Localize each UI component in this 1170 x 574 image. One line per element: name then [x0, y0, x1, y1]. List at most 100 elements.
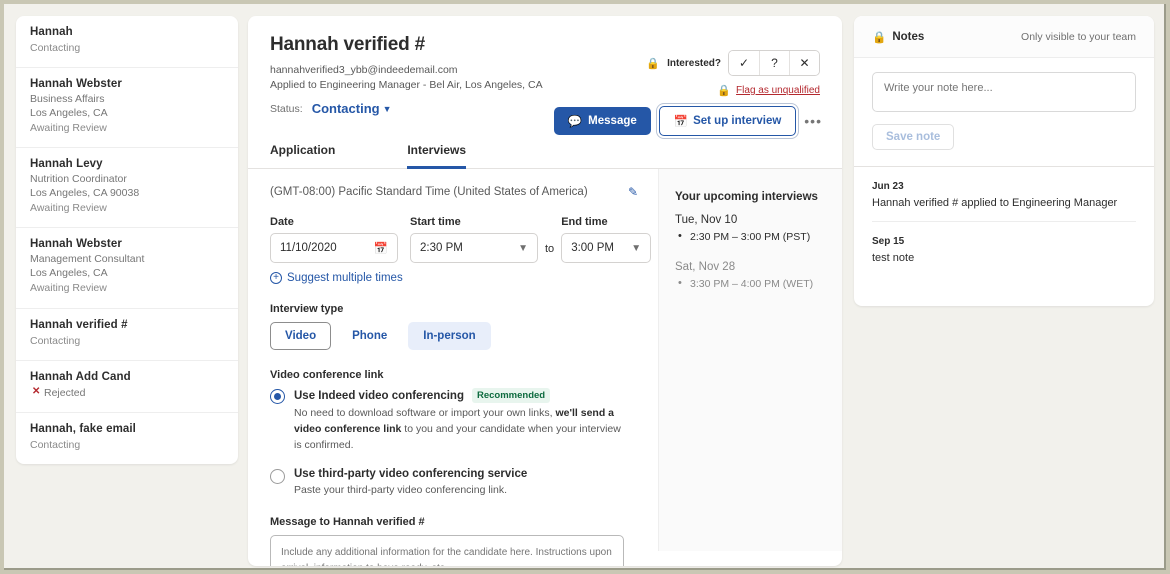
- candidate-status: Contacting: [30, 438, 224, 453]
- flag-link-text: Flag as unqualified: [736, 85, 820, 96]
- start-time-label: Start time: [410, 216, 538, 228]
- option-indeed-content: Use Indeed video conferencing Recommende…: [294, 388, 624, 453]
- upcoming-interviews-list: Tue, Nov 102:30 PM – 3:00 PM (PST) Sat, N…: [675, 214, 826, 293]
- candidate-status: Awaiting Review: [30, 281, 224, 296]
- detail-tabs: Application Interviews: [248, 134, 842, 169]
- interview-form: (GMT-08:00) Pacific Standard Time (Unite…: [248, 169, 658, 560]
- candidate-status: Contacting: [30, 41, 224, 56]
- edit-pencil-icon[interactable]: ✎: [628, 185, 638, 199]
- upcoming-interviews-title: Your upcoming interviews: [675, 191, 826, 203]
- candidate-location: Los Angeles, CA 90038: [30, 187, 224, 201]
- candidate-detail-panel: Hannah verified # hannahverified3_ybb@in…: [248, 16, 842, 566]
- interested-button-group: ✓ ? ✕: [728, 50, 820, 76]
- lock-icon: 🔒: [872, 30, 886, 44]
- interested-maybe-button[interactable]: ?: [759, 51, 789, 75]
- upcoming-date: Sat, Nov 28: [675, 261, 826, 273]
- chevron-down-icon: ▼: [383, 104, 392, 114]
- sidebar-candidate-item[interactable]: Hannah Webster Business AffairsLos Angele…: [16, 68, 238, 148]
- candidate-name: Hannah Webster: [30, 78, 224, 90]
- candidate-location: Los Angeles, CA: [30, 267, 224, 281]
- sidebar-candidate-item[interactable]: Hannah WebsterManagement ConsultantLos A…: [16, 228, 238, 308]
- option-indeed-video[interactable]: Use Indeed video conferencing Recommende…: [270, 388, 658, 453]
- candidate-name: Hannah Webster: [30, 238, 224, 250]
- tab-interviews[interactable]: Interviews: [407, 134, 466, 169]
- notes-header: 🔒 Notes Only visible to your team: [854, 16, 1154, 58]
- note-text: Hannah verified # applied to Engineering…: [872, 197, 1136, 209]
- radio-third-party[interactable]: [270, 469, 285, 484]
- candidate-status: Awaiting Review: [30, 121, 224, 136]
- candidate-name: Hannah Add Cand: [30, 371, 224, 383]
- note-date: Sep 15: [872, 236, 1136, 247]
- candidate-name: Hannah: [30, 26, 224, 38]
- interview-type-group: VideoPhoneIn-person: [270, 322, 658, 350]
- message-textarea[interactable]: [270, 535, 624, 566]
- upcoming-interview-group: Sat, Nov 283:30 PM – 4:00 PM (WET): [675, 261, 826, 293]
- option-third-party-title: Use third-party video conferencing servi…: [294, 468, 624, 480]
- message-button[interactable]: 💬 Message: [554, 107, 651, 135]
- end-time-field-group: End time 3:00 PM ▼: [561, 216, 651, 263]
- upcoming-interviews-panel: Your upcoming interviews Tue, Nov 102:30…: [658, 169, 842, 551]
- candidate-name: Hannah Levy: [30, 158, 224, 170]
- candidate-status: Awaiting Review: [30, 201, 224, 216]
- chevron-down-icon: ▼: [518, 243, 528, 254]
- recommended-badge: Recommended: [472, 388, 550, 403]
- end-time-select[interactable]: 3:00 PM ▼: [561, 233, 651, 263]
- sidebar-candidate-item[interactable]: Hannah Contacting: [16, 16, 238, 68]
- chevron-down-icon: ▼: [631, 243, 641, 254]
- set-up-interview-button[interactable]: 📅 Set up interview: [659, 106, 797, 136]
- datetime-fields: Date 11/10/2020 📅 Start time 2:30 PM ▼: [270, 216, 658, 263]
- tab-application[interactable]: Application: [270, 134, 335, 169]
- candidate-job-title: Business Affairs: [30, 93, 224, 107]
- candidate-status-text: Rejected: [44, 387, 85, 399]
- candidate-status: ✕Rejected: [30, 386, 224, 401]
- suggest-multiple-times-link[interactable]: + Suggest multiple times: [270, 272, 658, 284]
- candidate-location: Los Angeles, CA: [30, 107, 224, 121]
- status-dropdown[interactable]: Contacting ▼: [312, 101, 392, 116]
- notes-visibility-text: Only visible to your team: [1021, 31, 1136, 43]
- interested-yes-button[interactable]: ✓: [729, 51, 759, 75]
- suggest-link-text: Suggest multiple times: [287, 272, 403, 284]
- option-third-party-video[interactable]: Use third-party video conferencing servi…: [270, 468, 658, 499]
- interview-type-video[interactable]: Video: [270, 322, 331, 350]
- radio-indeed-video[interactable]: [270, 389, 285, 404]
- calendar-icon: 📅: [374, 241, 388, 255]
- sidebar-candidate-item[interactable]: Hannah verified #Contacting: [16, 309, 238, 361]
- timezone-text: (GMT-08:00) Pacific Standard Time (Unite…: [270, 186, 588, 198]
- save-note-button[interactable]: Save note: [872, 124, 954, 150]
- note-text: test note: [872, 252, 1136, 264]
- end-time-label: End time: [561, 216, 651, 228]
- notes-compose: Save note: [854, 58, 1154, 150]
- candidate-list-sidebar: Hannah Contacting Hannah Webster Business A…: [16, 16, 238, 464]
- note-item: Sep 15 test note: [872, 222, 1136, 276]
- flag-as-unqualified[interactable]: 🔒 Flag as unqualified: [717, 84, 820, 97]
- status-value-text: Contacting: [312, 101, 380, 116]
- date-input[interactable]: 11/10/2020 📅: [270, 233, 398, 263]
- setup-button-label: Set up interview: [693, 115, 781, 127]
- notes-list: Jun 23Hannah verified # applied to Engin…: [854, 166, 1154, 276]
- status-label: Status:: [270, 103, 303, 115]
- upcoming-interview-group: Tue, Nov 102:30 PM – 3:00 PM (PST): [675, 214, 826, 246]
- interview-type-phone[interactable]: Phone: [337, 322, 402, 350]
- date-label: Date: [270, 216, 398, 228]
- candidate-name: Hannah, fake email: [30, 423, 224, 435]
- app-viewport: Hannah Contacting Hannah Webster Business A…: [4, 4, 1166, 570]
- option-indeed-description: No need to download software or import y…: [294, 406, 624, 453]
- message-button-label: Message: [588, 115, 637, 127]
- sidebar-candidate-item[interactable]: Hannah Add Cand ✕Rejected: [16, 361, 238, 413]
- more-options-button[interactable]: •••: [804, 113, 822, 129]
- option-indeed-title-row: Use Indeed video conferencing Recommende…: [294, 388, 624, 403]
- lock-icon: 🔒: [717, 84, 731, 97]
- date-value: 11/10/2020: [280, 242, 337, 254]
- sidebar-candidate-item[interactable]: Hannah LevyNutrition CoordinatorLos Ange…: [16, 148, 238, 228]
- candidate-name: Hannah verified #: [30, 319, 224, 331]
- start-time-select[interactable]: 2:30 PM ▼: [410, 233, 538, 263]
- option-third-party-description: Paste your third-party video conferencin…: [294, 483, 624, 499]
- interview-type-in-person[interactable]: In-person: [408, 322, 490, 350]
- note-input[interactable]: [872, 72, 1136, 112]
- end-time-value: 3:00 PM: [571, 242, 614, 254]
- sidebar-candidate-item[interactable]: Hannah, fake email Contacting: [16, 413, 238, 464]
- interested-no-button[interactable]: ✕: [789, 51, 819, 75]
- date-field-group: Date 11/10/2020 📅: [270, 216, 398, 263]
- notes-title-text: Notes: [892, 31, 924, 43]
- lock-icon: 🔒: [646, 57, 660, 70]
